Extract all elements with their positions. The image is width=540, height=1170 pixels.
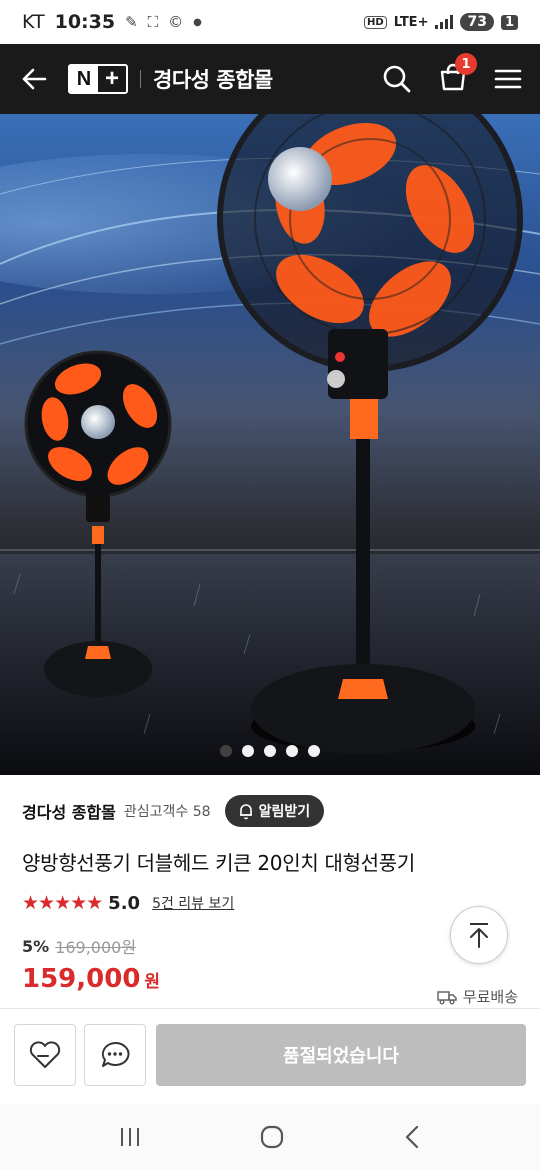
talk-button[interactable]	[84, 1023, 146, 1086]
reviews-link[interactable]: 5건 리뷰 보기	[152, 893, 234, 913]
tag-heart-icon	[29, 1040, 61, 1068]
carousel-indicators	[0, 745, 540, 757]
rating-stars: ★★★★★	[22, 892, 103, 914]
logo-n: N	[70, 66, 98, 92]
bell-plus-icon	[239, 804, 252, 820]
sale-price: 159,000	[22, 964, 141, 994]
price-block: 5% 169,000원 159,000 원 무료배송	[22, 906, 518, 1006]
battery-indicator: 73	[460, 13, 494, 31]
seller-name[interactable]: 경다성 종합몰	[22, 799, 116, 823]
network-label: LTE+	[393, 14, 429, 30]
carousel-dot[interactable]	[220, 745, 232, 757]
header-divider	[140, 70, 141, 88]
back-nav-icon[interactable]	[402, 1124, 422, 1150]
search-icon[interactable]	[382, 64, 412, 94]
product-image-carousel[interactable]	[0, 114, 540, 775]
screenshot-icon: ⛶	[147, 13, 159, 31]
alert-label: 알림받기	[258, 804, 311, 820]
rating-score: 5.0	[108, 892, 141, 914]
logo-plus: +	[98, 66, 126, 92]
home-icon[interactable]	[259, 1124, 285, 1150]
naver-plus-logo[interactable]: N +	[68, 64, 128, 94]
currency-unit: 원	[144, 972, 161, 992]
sim-indicator: 1	[500, 14, 518, 30]
carousel-dot[interactable]	[242, 745, 254, 757]
clock: 10:35	[54, 11, 116, 33]
scroll-top-button[interactable]	[450, 906, 508, 964]
alert-subscribe-button[interactable]: 알림받기	[224, 795, 325, 827]
signal-icon	[435, 15, 454, 29]
product-title: 양방향선풍기 더블헤드 키큰 20인치 대형선풍기	[22, 851, 415, 875]
store-name[interactable]: 경다성 종합몰	[153, 64, 273, 94]
fav-count: 관심고객수 58	[123, 804, 211, 820]
app-header: N + 경다성 종합몰 1	[0, 44, 540, 114]
back-arrow-icon	[22, 68, 47, 90]
arrow-up-icon	[470, 923, 488, 948]
product-info: 경다성 종합몰 관심고객수 58 알림받기 양방향선풍기 더블헤드 키큰 20인…	[0, 775, 540, 1006]
carousel-dot[interactable]	[264, 745, 276, 757]
chat-bubble-icon	[101, 1041, 130, 1067]
recent-apps-icon[interactable]	[118, 1126, 142, 1148]
shipping-label: 무료배송	[462, 988, 518, 1006]
menu-icon[interactable]	[494, 67, 522, 91]
c-app-icon: ©	[168, 13, 184, 31]
purchase-bar: 품절되었습니다	[0, 1008, 540, 1100]
soldout-button[interactable]: 품절되었습니다	[156, 1023, 526, 1086]
cart-button[interactable]: 1	[438, 53, 477, 96]
more-notifications-dot: ●	[193, 16, 202, 28]
discount-rate: 5%	[22, 936, 50, 956]
cart-count-badge: 1	[455, 53, 477, 75]
wishlist-button[interactable]	[14, 1023, 76, 1086]
carousel-dot[interactable]	[286, 745, 298, 757]
product-image	[0, 114, 540, 775]
back-button[interactable]	[18, 63, 50, 95]
hd-voice-icon: HD	[364, 15, 387, 29]
shipping-info: 무료배송	[437, 986, 518, 1007]
carousel-dot[interactable]	[308, 745, 320, 757]
notification-icon: ✎	[125, 13, 138, 31]
status-bar: KT 10:35 ✎ ⛶ © ● HD LTE+ 73 1	[0, 0, 540, 44]
original-price: 169,000원	[55, 938, 137, 957]
truck-icon	[437, 990, 457, 1004]
system-nav-bar	[0, 1104, 540, 1170]
carrier-label: KT	[22, 11, 45, 33]
